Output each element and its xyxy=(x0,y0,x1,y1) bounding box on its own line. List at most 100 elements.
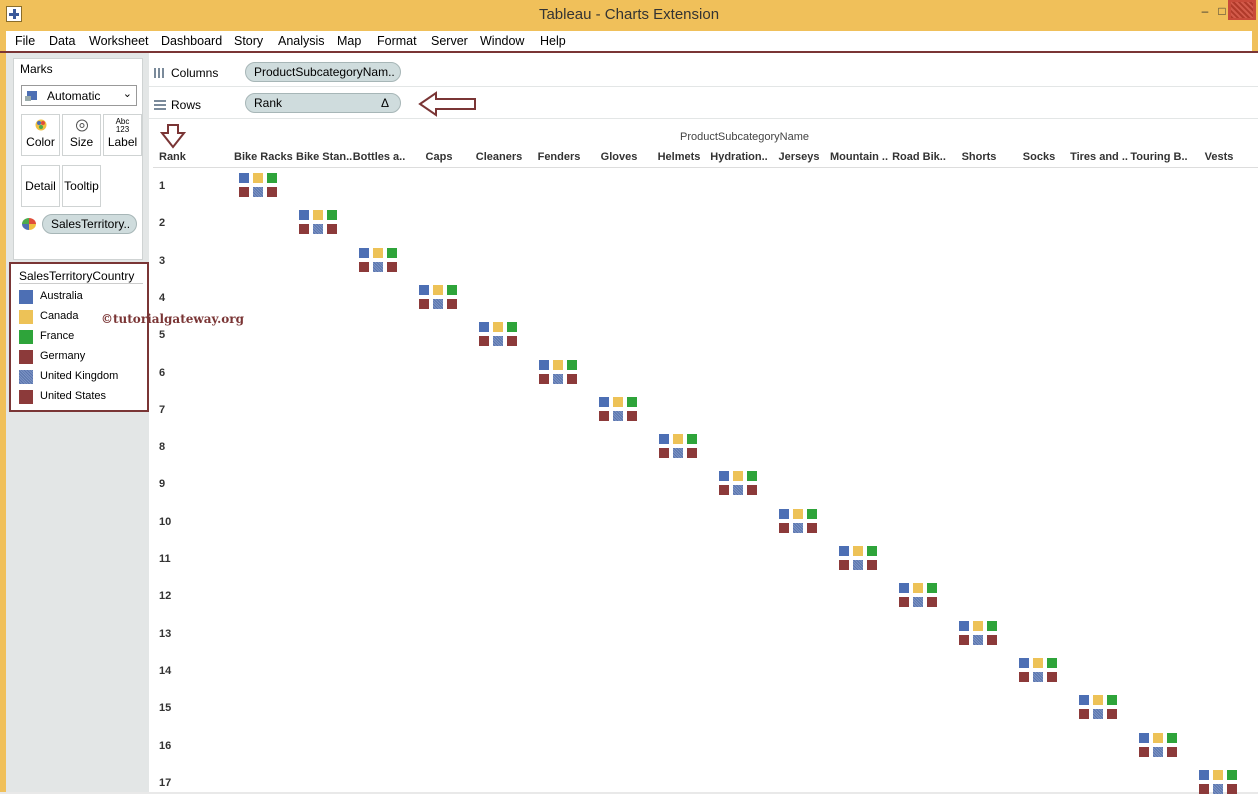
mark-france[interactable] xyxy=(927,583,937,594)
mark-united-states[interactable] xyxy=(867,560,877,570)
mark-germany[interactable] xyxy=(1019,671,1029,682)
mark-canada[interactable] xyxy=(433,284,443,295)
mark-australia[interactable] xyxy=(419,284,429,295)
row-label[interactable]: 17 xyxy=(159,777,171,789)
mark-australia[interactable] xyxy=(719,471,729,482)
mark-united-states[interactable] xyxy=(507,336,517,347)
color-field-pill[interactable]: SalesTerritory.. xyxy=(42,214,137,234)
mark-canada[interactable] xyxy=(373,247,383,258)
mark-australia[interactable] xyxy=(1079,695,1089,706)
column-header[interactable]: Socks xyxy=(1009,151,1069,163)
mark-australia[interactable] xyxy=(899,583,909,594)
column-header[interactable]: Gloves xyxy=(589,151,649,163)
menu-worksheet[interactable]: Worksheet xyxy=(89,34,149,48)
mark-france[interactable] xyxy=(327,210,337,221)
mark-united-kingdom[interactable] xyxy=(973,634,983,645)
row-label[interactable]: 4 xyxy=(159,292,165,304)
row-label[interactable]: 7 xyxy=(159,404,165,416)
mark-united-kingdom[interactable] xyxy=(853,560,863,570)
column-header[interactable]: Touring B.. xyxy=(1129,151,1189,163)
mark-united-kingdom[interactable] xyxy=(253,187,263,197)
mark-united-states[interactable] xyxy=(1227,783,1237,794)
mark-australia[interactable] xyxy=(359,247,369,258)
mark-australia[interactable] xyxy=(1139,732,1149,743)
column-header[interactable]: Bottles a.. xyxy=(349,151,409,163)
mark-australia[interactable] xyxy=(539,359,549,370)
menu-analysis[interactable]: Analysis xyxy=(278,34,325,48)
column-header[interactable]: Mountain .. xyxy=(829,151,889,163)
mark-united-states[interactable] xyxy=(267,187,277,197)
menu-window[interactable]: Window xyxy=(480,34,524,48)
mark-australia[interactable] xyxy=(659,434,669,445)
mark-france[interactable] xyxy=(687,434,697,445)
mark-united-kingdom[interactable] xyxy=(793,522,803,533)
mark-united-states[interactable] xyxy=(567,373,577,384)
mark-germany[interactable] xyxy=(539,373,549,384)
mark-france[interactable] xyxy=(867,546,877,556)
mark-australia[interactable] xyxy=(839,546,849,556)
mark-france[interactable] xyxy=(1227,769,1237,780)
row-label[interactable]: 11 xyxy=(159,553,171,565)
mark-united-kingdom[interactable] xyxy=(433,298,443,309)
mark-united-states[interactable] xyxy=(687,448,697,459)
mark-united-kingdom[interactable] xyxy=(493,336,503,347)
tooltip-button[interactable]: Tooltip xyxy=(62,165,101,207)
mark-united-kingdom[interactable] xyxy=(1213,783,1223,794)
column-header[interactable]: Fenders xyxy=(529,151,589,163)
mark-france[interactable] xyxy=(507,322,517,333)
mark-united-states[interactable] xyxy=(927,597,937,608)
mark-australia[interactable] xyxy=(239,173,249,183)
mark-united-kingdom[interactable] xyxy=(673,448,683,459)
mark-australia[interactable] xyxy=(1199,769,1209,780)
mark-united-states[interactable] xyxy=(987,634,997,645)
mark-france[interactable] xyxy=(807,508,817,519)
row-label[interactable]: 14 xyxy=(159,665,171,677)
columns-pill[interactable]: ProductSubcategoryNam.. xyxy=(245,62,401,82)
minimize-button[interactable]: – xyxy=(1197,4,1213,20)
detail-button[interactable]: Detail xyxy=(21,165,60,207)
mark-united-kingdom[interactable] xyxy=(1033,671,1043,682)
mark-canada[interactable] xyxy=(253,173,263,183)
mark-canada[interactable] xyxy=(1213,769,1223,780)
mark-united-states[interactable] xyxy=(1167,746,1177,757)
row-label[interactable]: 5 xyxy=(159,329,165,341)
mark-united-kingdom[interactable] xyxy=(913,597,923,608)
mark-united-kingdom[interactable] xyxy=(313,224,323,235)
mark-france[interactable] xyxy=(387,247,397,258)
row-label[interactable]: 3 xyxy=(159,255,165,267)
row-label[interactable]: 13 xyxy=(159,628,171,640)
mark-germany[interactable] xyxy=(719,485,729,496)
mark-germany[interactable] xyxy=(959,634,969,645)
mark-canada[interactable] xyxy=(853,546,863,556)
label-button[interactable]: Abc 123 Label xyxy=(103,114,142,156)
mark-germany[interactable] xyxy=(239,187,249,197)
mark-france[interactable] xyxy=(447,284,457,295)
mark-france[interactable] xyxy=(987,620,997,631)
mark-united-kingdom[interactable] xyxy=(373,261,383,272)
mark-united-states[interactable] xyxy=(1107,709,1117,720)
column-header[interactable]: Hydration.. xyxy=(709,151,769,163)
column-header[interactable]: Road Bik.. xyxy=(889,151,949,163)
mark-united-states[interactable] xyxy=(1047,671,1057,682)
mark-australia[interactable] xyxy=(299,210,309,221)
row-label[interactable]: 1 xyxy=(159,180,165,192)
menu-help[interactable]: Help xyxy=(540,34,566,48)
mark-germany[interactable] xyxy=(1199,783,1209,794)
mark-united-states[interactable] xyxy=(387,261,397,272)
mark-united-states[interactable] xyxy=(747,485,757,496)
column-header[interactable]: Bike Racks xyxy=(234,151,294,163)
mark-france[interactable] xyxy=(627,396,637,407)
mark-germany[interactable] xyxy=(419,298,429,309)
color-button[interactable]: Color xyxy=(21,114,60,156)
mark-germany[interactable] xyxy=(899,597,909,608)
mark-france[interactable] xyxy=(1047,657,1057,668)
column-header[interactable]: Cleaners xyxy=(469,151,529,163)
column-header[interactable]: Jerseys xyxy=(769,151,829,163)
mark-canada[interactable] xyxy=(553,359,563,370)
close-button[interactable] xyxy=(1228,0,1256,20)
menu-data[interactable]: Data xyxy=(49,34,75,48)
columns-shelf[interactable]: Columns ProductSubcategoryNam.. xyxy=(149,57,1258,87)
mark-united-states[interactable] xyxy=(447,298,457,309)
mark-france[interactable] xyxy=(267,173,277,183)
mark-australia[interactable] xyxy=(959,620,969,631)
